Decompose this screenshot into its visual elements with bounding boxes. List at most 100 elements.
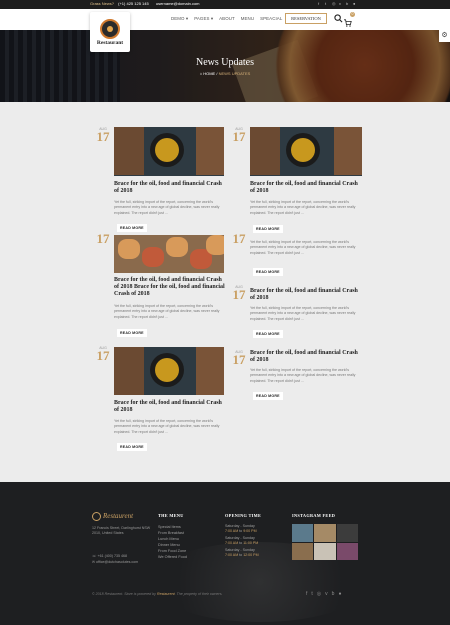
twitter-icon[interactable]: t (325, 1, 329, 6)
search-icon[interactable] (334, 14, 343, 23)
hours-open: 7:00 AM (225, 553, 239, 557)
read-more-button[interactable]: READ MORE (253, 225, 283, 233)
nav-pages[interactable]: PAGES ▾ (194, 16, 213, 22)
post-title[interactable]: Brace for the oil, food and financial Cr… (250, 288, 362, 302)
top-bar-info: Grass News? (+1) 425 125 145 username@do… (90, 1, 200, 6)
footer-social-links: f t ◎ v b ● (306, 591, 341, 597)
top-bar: Grass News? (+1) 425 125 145 username@do… (0, 0, 450, 9)
nav-special[interactable]: SPEACIAL (260, 16, 282, 22)
github-icon[interactable]: ● (338, 591, 341, 597)
instagram-icon[interactable]: ◎ (317, 591, 321, 597)
settings-gear-icon[interactable]: ⚙ (439, 30, 450, 42)
hours-time: 7:00 AM to 9:00 PM (225, 529, 285, 534)
twitter-icon[interactable]: t (311, 591, 312, 597)
post-image[interactable] (250, 127, 362, 176)
facebook-icon[interactable]: f (306, 591, 307, 597)
hero-banner: News Updates ⌂ HOME / NEWS UPDATES (0, 30, 450, 102)
hours-open: 7:00 AM (225, 529, 239, 533)
post-day: 17 (96, 231, 110, 246)
instagram-photo[interactable] (292, 542, 314, 560)
read-more-button[interactable]: READ MORE (117, 329, 147, 337)
reservation-button[interactable]: RESERVATION (285, 13, 327, 24)
post-image[interactable] (114, 127, 224, 176)
post-date: AUG 17 (232, 285, 246, 301)
instagram-photo[interactable] (314, 524, 336, 542)
post-title[interactable]: Brace for the oil, food and financial Cr… (250, 350, 362, 364)
post-excerpt: Yet the full, striking import of the rep… (114, 200, 220, 215)
post-title[interactable]: Brace for the oil, food and financial Cr… (250, 181, 362, 195)
post-day: 17 (96, 348, 110, 363)
post-excerpt: Yet the full, striking import of the rep… (114, 419, 220, 434)
footer-email-text: office@dutchasolutes.com (96, 559, 139, 564)
footer-menu-heading: THE MENU (158, 513, 184, 518)
post-image[interactable] (114, 235, 224, 273)
logo-text: Restaurant (96, 39, 124, 46)
copyright-brand-link[interactable]: Restaurent (157, 592, 175, 596)
post-day: 17 (232, 287, 246, 302)
footer-logo-icon (92, 512, 101, 521)
copyright: © 2018 Restaurent. Store is powered by R… (92, 592, 223, 596)
post-day: 17 (232, 352, 246, 367)
read-more-button[interactable]: READ MORE (253, 268, 283, 276)
cart-button[interactable]: 0 (344, 12, 355, 27)
footer-hours-heading: OPENING TIME (225, 513, 262, 518)
hours-close: 9:00 PM (243, 529, 257, 533)
news-grid: AUG 17 Brace for the oil, food and finan… (0, 102, 450, 482)
hours-entry: Saturday - Sunday 7:00 AM to 9:00 PM (225, 524, 285, 534)
post-excerpt: Yet the full, striking import of the rep… (114, 304, 220, 319)
behance-icon[interactable]: b (332, 591, 335, 597)
read-more-button[interactable]: READ MORE (117, 443, 147, 451)
logo[interactable]: Restaurant (90, 12, 130, 52)
nav-demo[interactable]: DEMO ▾ (171, 16, 188, 22)
footer-menu-item[interactable]: We Offered Food (158, 554, 187, 560)
post-date: AUG 17 (96, 346, 110, 362)
top-bar-email[interactable]: username@domain.com (156, 1, 200, 6)
main-nav: DEMO ▾ PAGES ▾ ABOUT MENU SPEACIAL NEWS (171, 16, 302, 22)
copyright-text-a: © 2018 Restaurent. Store is powered by (92, 592, 157, 596)
post-title[interactable]: Brace for the oil, food and financial Cr… (114, 400, 224, 414)
hours-close: 12:00 PM (243, 553, 259, 557)
vine-icon[interactable]: v (339, 1, 343, 6)
footer-email[interactable]: ✉ office@dutchasolutes.com (92, 560, 138, 566)
logo-plate-icon (100, 18, 120, 39)
page-title: News Updates (195, 57, 255, 68)
post-day: 17 (232, 129, 246, 144)
footer: Restaurent 12 Francis Street, Darlinghur… (0, 482, 450, 625)
post-title[interactable]: Brace for the oil, food and financial Cr… (114, 277, 226, 298)
instagram-photo[interactable] (336, 542, 358, 560)
instagram-photo[interactable] (314, 542, 336, 560)
behance-icon[interactable]: b (346, 1, 350, 6)
footer-menu-list: Special Items From Breakfast Lunch Menu … (158, 524, 187, 561)
read-more-button[interactable]: READ MORE (253, 330, 283, 338)
breadcrumb-current: NEWS UPDATES (218, 71, 251, 76)
nav-about[interactable]: ABOUT (219, 16, 235, 22)
cart-icon (344, 19, 352, 27)
github-icon[interactable]: ● (353, 1, 357, 6)
facebook-icon[interactable]: f (318, 1, 322, 6)
header: Restaurant DEMO ▾ PAGES ▾ ABOUT MENU SPE… (0, 9, 450, 52)
hours-time: 7:00 AM to 12:00 PM (225, 553, 285, 558)
post-day: 17 (96, 129, 110, 144)
top-bar-label: Grass News? (90, 1, 115, 6)
footer-logo[interactable]: Restaurent (92, 512, 133, 521)
instagram-photo[interactable] (336, 524, 358, 542)
footer-phone-text: +61 (400) 735 468 (97, 554, 127, 558)
post-date: 17 (96, 231, 110, 246)
nav-menu[interactable]: MENU (241, 16, 254, 22)
cart-count-badge: 0 (350, 12, 355, 17)
top-bar-phone[interactable]: (+1) 425 125 145 (118, 1, 149, 6)
vine-icon[interactable]: v (325, 591, 328, 597)
breadcrumb: ⌂ HOME / NEWS UPDATES (0, 71, 450, 76)
post-excerpt: Yet the full, striking import of the rep… (250, 306, 356, 321)
breadcrumb-home[interactable]: ⌂ HOME (200, 71, 216, 76)
post-image[interactable] (114, 347, 224, 395)
read-more-button[interactable]: READ MORE (253, 392, 283, 400)
post-date: 17 (232, 232, 246, 245)
hours-time: 7:00 AM to 11:00 PM (225, 541, 285, 546)
instagram-photo[interactable] (292, 524, 314, 542)
instagram-icon[interactable]: ◎ (332, 1, 336, 6)
hours-entry: Saturday - Sunday 7:00 AM to 12:00 PM (225, 548, 285, 558)
read-more-button[interactable]: READ MORE (117, 224, 147, 232)
footer-hours-list: Saturday - Sunday 7:00 AM to 9:00 PM Sat… (225, 524, 285, 560)
post-title[interactable]: Brace for the oil, food and financial Cr… (114, 181, 224, 195)
